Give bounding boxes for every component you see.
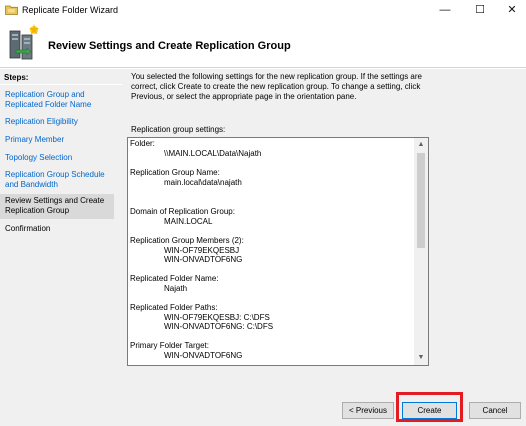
step-review-settings-current: Review Settings and Create Replication G… [0,194,114,219]
cancel-button[interactable]: Cancel [469,402,521,419]
close-button[interactable]: ✕ [497,0,526,20]
folder-label: Folder: [130,139,155,148]
minimize-button[interactable]: — [430,0,460,20]
steps-heading: Steps: [4,73,29,82]
step-confirmation: Confirmation [5,224,51,233]
scroll-thumb[interactable] [417,153,425,248]
step-replication-eligibility[interactable]: Replication Eligibility [5,117,119,127]
window-title: Replicate Folder Wizard [22,5,119,15]
folder-value: \\MAIN.LOCAL\Data\Najath [164,149,262,158]
domain-label: Domain of Replication Group: [130,207,235,216]
path-1: WIN-OF79EKQESBJ: C:\DFS [164,313,270,322]
settings-summary-content: Folder: \\MAIN.LOCAL\Data\Najath Replica… [130,139,410,360]
folder-name-value: Najath [164,284,188,293]
page-title: Review Settings and Create Replication G… [48,40,291,52]
group-name-label: Replication Group Name: [130,168,220,177]
maximize-button[interactable]: ☐ [465,0,495,20]
primary-target-label: Primary Folder Target: [130,341,209,350]
settings-scrollbar[interactable]: ▲ ▼ [414,138,428,365]
replicate-folder-wizard-window: Replicate Folder Wizard — ☐ ✕ Review Set… [0,0,526,426]
member-2: WIN-ONVADTOF6NG [164,255,243,264]
previous-button[interactable]: < Previous [342,402,394,419]
group-name-value: main.local\data\najath [164,178,242,187]
member-1: WIN-OF79EKQESBJ [164,246,240,255]
domain-value: MAIN.LOCAL [164,217,213,226]
path-2: WIN-ONVADTOF6NG: C:\DFS [164,322,274,331]
scroll-up-icon[interactable]: ▲ [414,138,428,152]
paths-label: Replicated Folder Paths: [130,303,218,312]
intro-text: You selected the following settings for … [131,72,422,101]
step-group-and-folder-name[interactable]: Replication Group and Replicated Folder … [5,90,119,110]
replication-wizard-icon [9,24,39,60]
create-button-highlight [396,392,463,422]
step-primary-member[interactable]: Primary Member [5,135,119,145]
primary-target-value: WIN-ONVADTOF6NG [164,351,243,360]
folder-app-icon [5,5,18,15]
folder-name-label: Replicated Folder Name: [130,274,219,283]
step-topology-selection[interactable]: Topology Selection [5,153,119,163]
settings-summary-box[interactable]: Folder: \\MAIN.LOCAL\Data\Najath Replica… [127,137,429,366]
title-bar: Replicate Folder Wizard — ☐ ✕ [0,0,526,20]
steps-pane: Steps: Replication Group and Replicated … [0,69,122,426]
members-label: Replication Group Members (2): [130,236,244,245]
wizard-header: Review Settings and Create Replication G… [0,20,526,68]
step-schedule-and-bandwidth[interactable]: Replication Group Schedule and Bandwidth [5,170,119,190]
steps-divider [0,84,122,85]
settings-label: Replication group settings: [131,125,226,134]
main-pane: You selected the following settings for … [122,69,526,426]
scroll-down-icon[interactable]: ▼ [414,351,428,365]
